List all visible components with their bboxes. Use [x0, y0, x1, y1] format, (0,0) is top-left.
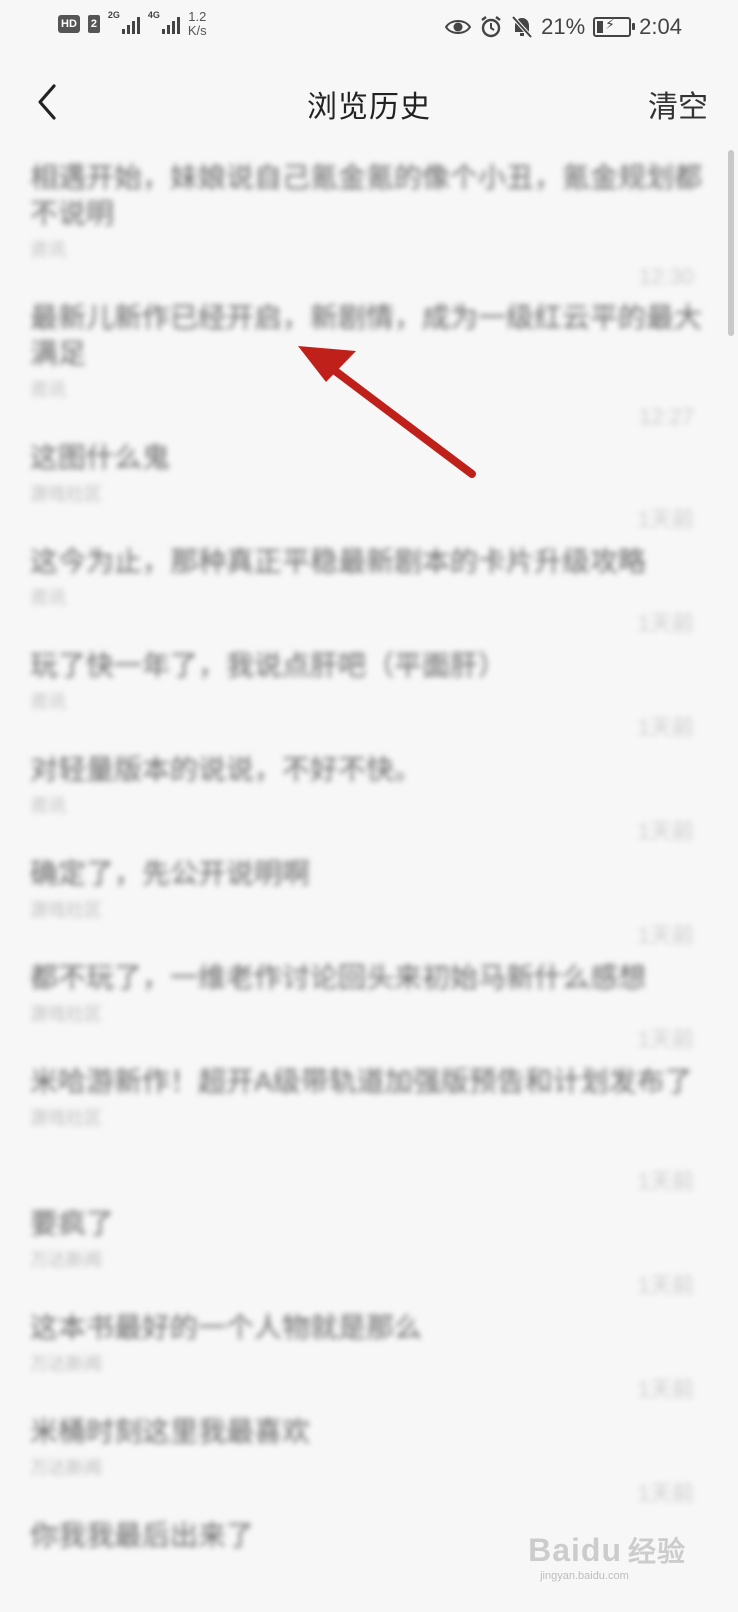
- sim-badge: 2: [87, 15, 100, 33]
- watermark-logo-text: Bai: [528, 1532, 581, 1568]
- watermark-logo-tail: du: [580, 1532, 622, 1568]
- history-item[interactable]: 确定了，先公开说明啊游戏社区 1天前: [0, 846, 738, 950]
- history-list: 相遇开始，妹娘说自己氪金氪的像个小丑，氪金规划都不说明 资讯 12:30 最新儿新作已…: [0, 150, 738, 1612]
- history-item-title: 最新儿新作已经开启，新剧情，成为一级红云平的最大满足: [30, 302, 703, 369]
- clear-button[interactable]: 清空: [648, 82, 708, 126]
- eye-icon: [445, 20, 472, 34]
- history-item-source: 游戏社区: [30, 1004, 102, 1024]
- history-item-title: 这本书最好的一个人物就是那么: [30, 1312, 423, 1343]
- history-item[interactable]: 米哈游新作！超开A级带轨道加强版预告和计划发布了游戏社区 1天前: [0, 1054, 738, 1196]
- network-type-label: 2G: [107, 10, 120, 20]
- network-speed-value: 1.2: [188, 9, 207, 24]
- history-item-time: 1天前: [637, 1481, 694, 1506]
- history-item[interactable]: 这今为止，那种真正平稳最新剧本的卡片升级攻略资讯 1天前: [0, 534, 738, 638]
- watermark: Baidu 经验 jingyan.baidu.com: [528, 1530, 686, 1582]
- network-speed: 1.2 K/s: [188, 10, 207, 38]
- history-item-source: 万达新闻: [30, 1250, 102, 1270]
- history-item-title: 要疯了: [30, 1208, 115, 1239]
- history-item[interactable]: 最新儿新作已经开启，新剧情，成为一级红云平的最大满足资讯 12:27: [0, 290, 738, 430]
- history-item[interactable]: 玩了快一年了，我说点肝吧（平面肝） 资讯 1天前: [0, 638, 738, 742]
- alarm-icon: [481, 16, 501, 38]
- history-item-time: 12:30: [638, 264, 694, 289]
- mute-icon: [511, 15, 533, 39]
- history-item-title: 相遇开始，妹娘说自己氪金氪的像个小丑，氪金规划都不说明: [30, 162, 703, 229]
- history-item-time: 12:27: [638, 404, 694, 429]
- signal-icon: 4G: [148, 10, 180, 34]
- history-item-time: 1天前: [637, 819, 694, 844]
- history-item-source: 资讯: [30, 588, 66, 608]
- status-bar-left: HD 2 2G 4G 1.2 K/s: [58, 10, 207, 38]
- page-title: 浏览历史: [307, 91, 431, 124]
- history-item-source: 游戏社区: [30, 1108, 102, 1128]
- history-item-time: 1天前: [637, 923, 694, 948]
- history-item-title: 玩了快一年了，我说点肝吧（平面肝）: [30, 650, 507, 681]
- history-item-time: 1天前: [637, 1377, 694, 1402]
- history-item-time: 1天前: [637, 1273, 694, 1298]
- status-bar: HD 2 2G 4G 1.2 K/s 21% ⚡ 2:04: [0, 0, 738, 56]
- history-item-title: 确定了，先公开说明啊: [30, 858, 311, 889]
- status-bar-right: 21% ⚡ 2:04: [445, 14, 682, 40]
- history-item[interactable]: 这图什么鬼游戏社区 1天前: [0, 430, 738, 534]
- history-item-source: 万达新闻: [30, 1354, 102, 1374]
- history-item-title: 这图什么鬼: [30, 442, 171, 473]
- history-item[interactable]: 相遇开始，妹娘说自己氪金氪的像个小丑，氪金规划都不说明资讯 12:30: [0, 150, 738, 290]
- signal-icon: 2G: [108, 10, 140, 34]
- battery-percent: 21%: [541, 14, 586, 39]
- history-item-title: 都不玩了，一维老作讨论回头来初始马新什么感想: [30, 962, 647, 993]
- history-item[interactable]: 都不玩了，一维老作讨论回头来初始马新什么感想游戏社区 1天前: [0, 950, 738, 1054]
- history-item[interactable]: 要疯了万达新闻 1天前: [0, 1196, 738, 1300]
- history-item-source: 资讯: [30, 796, 66, 816]
- top-navigation-bar: 浏览历史 清空: [0, 64, 738, 136]
- hd-badge: HD: [58, 15, 80, 33]
- history-item[interactable]: 米桶时刻这里我最喜欢万达新闻 1天前: [0, 1404, 738, 1508]
- history-item-title: 米哈游新作！超开A级带轨道加强版预告和计划发布了: [30, 1066, 693, 1097]
- history-item-time: 1天前: [637, 1027, 694, 1052]
- history-item-source: 万达新闻: [30, 1458, 102, 1478]
- history-item[interactable]: 这本书最好的一个人物就是那么万达新闻 1天前: [0, 1300, 738, 1404]
- clock-time: 2:04: [639, 14, 682, 39]
- history-item-time: 1天前: [637, 1169, 694, 1194]
- history-item-time: 1天前: [637, 611, 694, 636]
- history-item-title: 米桶时刻这里我最喜欢: [30, 1416, 311, 1447]
- watermark-url: jingyan.baidu.com: [540, 1570, 629, 1582]
- history-item-source: 资讯: [30, 380, 66, 400]
- history-item[interactable]: 对轻量版本的说说，不好不快。资讯 1天前: [0, 742, 738, 846]
- history-item-source: 游戏社区: [30, 900, 102, 920]
- history-item-source: 资讯: [30, 692, 66, 712]
- battery-icon: ⚡: [593, 16, 636, 37]
- history-item-time: 1天前: [637, 507, 694, 532]
- network-speed-unit: K/s: [187, 23, 207, 38]
- history-item-title: 这今为止，那种真正平稳最新剧本的卡片升级攻略: [30, 546, 647, 577]
- watermark-logo-cn: 经验: [627, 1536, 686, 1567]
- history-item-title: 对轻量版本的说说，不好不快。: [30, 754, 423, 785]
- history-item-time: 1天前: [637, 715, 694, 740]
- history-item-source: 游戏社区: [30, 484, 102, 504]
- network-type-label: 4G: [147, 10, 160, 20]
- history-item-source: 资讯: [30, 240, 66, 260]
- watermark-logo: Baidu 经验: [528, 1530, 686, 1570]
